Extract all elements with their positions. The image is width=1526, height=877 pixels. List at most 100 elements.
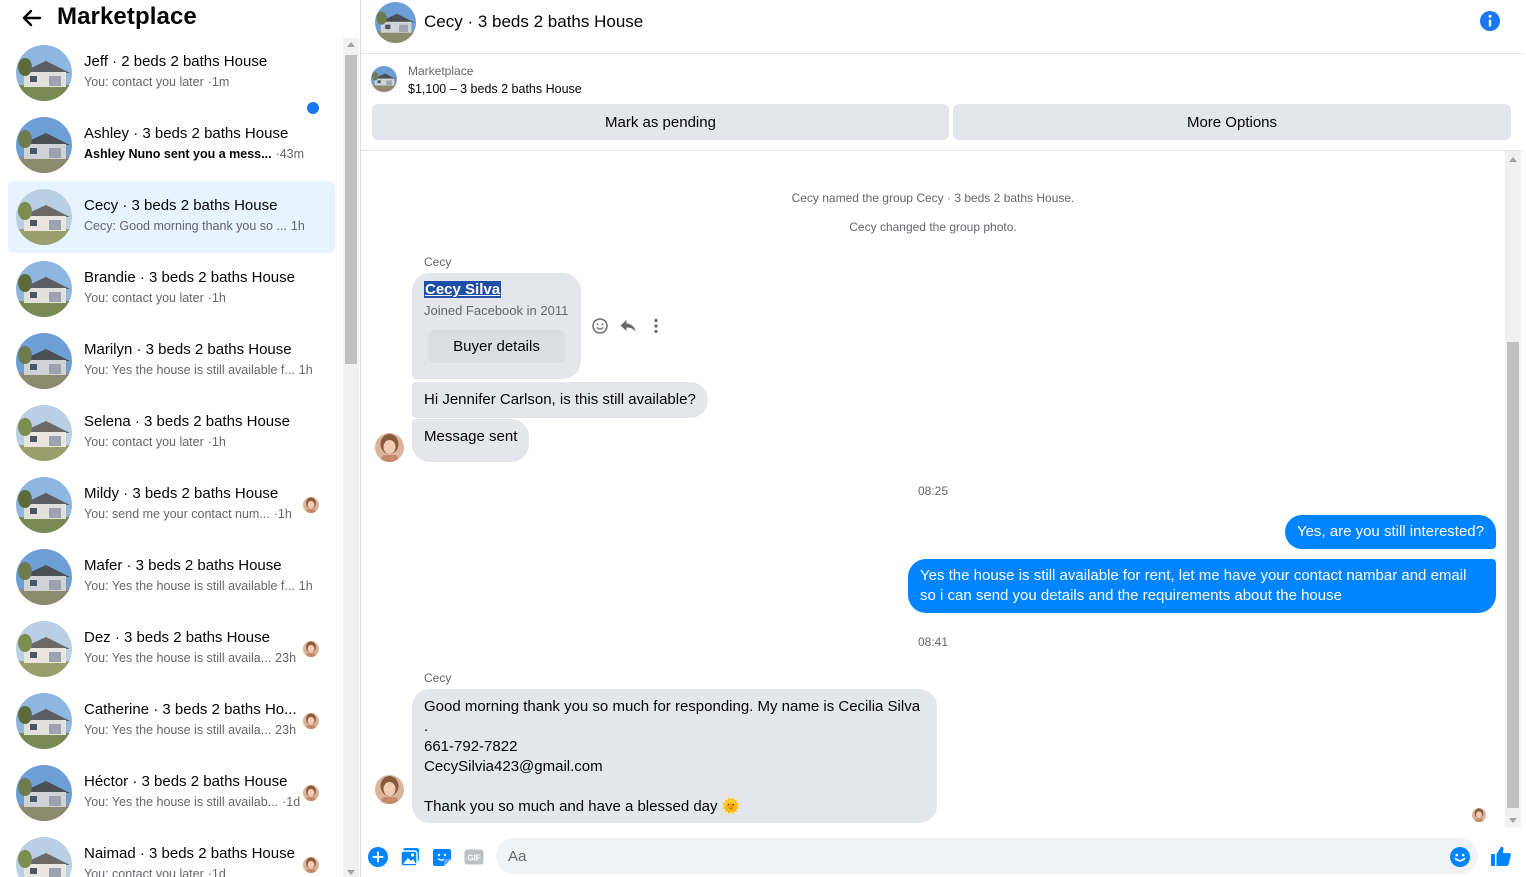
conversation-snippet: Ashley Nuno sent you a mess... ·43m [84,147,304,161]
listing-description[interactable]: $1,100 – 3 beds 2 baths House [408,82,582,96]
conversation-avatar [16,765,72,821]
snippet-time: ·1h [273,507,292,521]
snippet-text: Cecy: Good morning thank you so ... [84,219,287,233]
buyer-details-button[interactable]: Buyer details [428,330,565,363]
snippet-time: ·43m [275,147,305,161]
timestamp: 08:41 [917,635,949,649]
snippet-time: ·1d [207,867,226,877]
snippet-time: ·1m [207,75,230,89]
snippet-text: You: Yes the house is still available f.… [84,363,295,377]
conversation-name: Mildy · 3 beds 2 baths House [84,485,279,502]
conversation-name: Brandie · 3 beds 2 baths House [84,269,295,286]
seen-avatar [303,785,319,801]
snippet-time: ·1d [282,795,301,809]
conversation-name: Catherine · 3 beds 2 baths Ho... [84,701,297,718]
conversation-avatar [16,837,72,877]
sticker-icon[interactable] [431,846,453,868]
sidebar-scrollbar[interactable] [343,38,359,877]
react-icon[interactable] [591,317,609,335]
conversation-snippet: You: contact you later ·1m [84,75,229,89]
seen-avatar [303,641,319,657]
sender-name: Cecy [424,671,452,685]
listing-thumbnail[interactable] [371,66,397,92]
conversation-item[interactable]: Selena · 3 beds 2 baths House You: conta… [8,397,335,469]
conversation-sidebar: Marketplace Jeff · 2 beds 2 baths House … [0,0,361,877]
composer: GIF [361,835,1526,877]
messages-scrollbar[interactable] [1505,151,1521,827]
sender-avatar[interactable] [375,775,404,804]
reply-icon[interactable] [619,317,637,335]
snippet-text: You: contact you later [84,435,204,449]
conversation-item[interactable]: Naimad · 3 beds 2 baths House You: conta… [8,829,335,877]
plus-circle-icon[interactable] [367,846,389,868]
chat-header: Cecy · 3 beds 2 baths House [361,0,1523,54]
sidebar-scrollbar-thumb[interactable] [345,55,357,364]
snippet-text: You: Yes the house is still availa... [84,651,272,665]
chat-pane: Cecy · 3 beds 2 baths House Marketplace … [361,0,1526,877]
conversation-item[interactable]: Mafer · 3 beds 2 baths House You: Yes th… [8,541,335,613]
photo-icon[interactable] [399,846,421,868]
more-icon[interactable] [647,317,665,335]
conversation-item[interactable]: Dez · 3 beds 2 baths House You: Yes the … [8,613,335,685]
sender-avatar[interactable] [375,433,404,462]
conversation-item[interactable]: Brandie · 3 beds 2 baths House You: cont… [8,253,335,325]
arrow-left-icon[interactable] [20,6,44,30]
snippet-text: You: send me your contact num... [84,507,270,521]
conversation-item[interactable]: Catherine · 3 beds 2 baths Ho... You: Ye… [8,685,335,757]
conversation-avatar [16,477,72,533]
incoming-message[interactable]: Message sent [412,419,530,462]
message-input[interactable] [496,838,1478,874]
info-icon[interactable] [1479,10,1501,32]
conversation-item[interactable]: Héctor · 3 beds 2 baths House You: Yes t… [8,757,335,829]
outgoing-message[interactable]: Yes the house is still available for ren… [908,559,1496,613]
snippet-text: You: Yes the house is still availa... [84,723,272,737]
conversation-snippet: You: Yes the house is still available f.… [84,579,313,593]
conversation-item[interactable]: Ashley · 3 beds 2 baths House Ashley Nun… [8,109,335,181]
conversation-item[interactable]: Jeff · 2 beds 2 baths House You: contact… [8,37,335,109]
conversation-avatar [16,45,72,101]
conversation-snippet: You: contact you later ·1h [84,435,226,449]
timestamp: 08:25 [917,484,949,498]
unread-indicator [307,102,319,114]
snippet-text: Ashley Nuno sent you a mess... [84,147,272,161]
snippet-text: You: Yes the house is still availab... [84,795,279,809]
thumbs-up-icon[interactable] [1489,844,1513,868]
conversation-item[interactable]: Marilyn · 3 beds 2 baths House You: Yes … [8,325,335,397]
conversation-name: Ashley · 3 beds 2 baths House [84,125,289,142]
conversation-name: Héctor · 3 beds 2 baths House [84,773,288,790]
conversation-name: Jeff · 2 beds 2 baths House [84,53,268,70]
seen-avatar [303,497,319,513]
snippet-time: ·1h [207,291,226,305]
conversation-item[interactable]: Cecy · 3 beds 2 baths House Cecy: Good m… [8,181,335,253]
system-message: Cecy changed the group photo. [849,220,1017,234]
mark-as-pending-button[interactable]: Mark as pending [372,104,949,140]
incoming-message[interactable]: Hi Jennifer Carlson, is this still avail… [412,382,708,418]
sender-name: Cecy [424,255,452,269]
conversation-avatar [16,693,72,749]
emoji-icon[interactable] [1449,846,1471,868]
buyer-name[interactable]: Cecy Silva [424,281,502,298]
conversation-avatar [16,117,72,173]
messages-scrollbar-thumb[interactable] [1507,342,1519,808]
more-options-button[interactable]: More Options [953,104,1511,140]
snippet-time: 23h [275,651,297,665]
chat-title[interactable]: Cecy · 3 beds 2 baths House [424,12,643,32]
message-line: CecySilvia423@gmail.com [424,758,603,775]
outgoing-message[interactable]: Yes, are you still interested? [1284,515,1496,549]
gif-icon[interactable]: GIF [463,846,485,868]
system-message: Cecy named the group Cecy · 3 beds 2 bat… [791,191,1075,205]
svg-text:GIF: GIF [467,854,480,863]
conversation-name: Cecy · 3 beds 2 baths House [84,197,278,214]
message-line: Thank you so much and have a blessed day… [424,798,741,815]
buyer-joined-date: Joined Facebook in 2011 [424,303,569,318]
message-line: 661-792-7822 [424,738,518,755]
incoming-message[interactable]: Good morning thank you so much for respo… [412,689,937,823]
seen-avatar [303,713,319,729]
snippet-text: You: Yes the house is still available f.… [84,579,295,593]
listing-label: Marketplace [408,64,474,78]
chat-avatar[interactable] [375,2,416,43]
snippet-text: You: contact you later [84,75,204,89]
conversation-item[interactable]: Mildy · 3 beds 2 baths House You: send m… [8,469,335,541]
sidebar-title: Marketplace [57,3,197,30]
snippet-time: ·1h [207,435,226,449]
